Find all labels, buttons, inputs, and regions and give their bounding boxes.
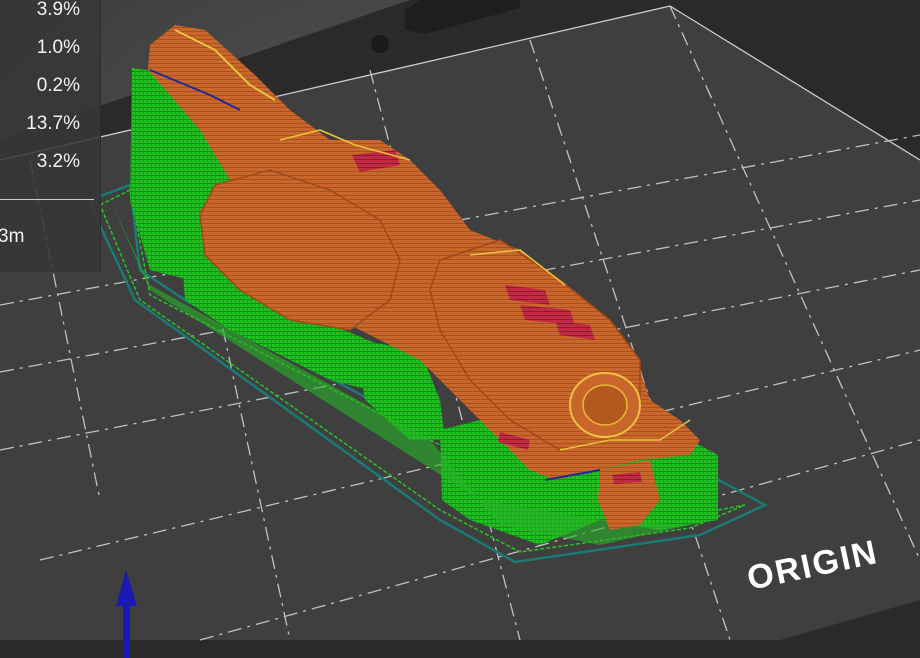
bed-mount-screw bbox=[371, 35, 389, 53]
3d-viewport[interactable]: ORIGIN 3.9% 1.0% 0.2% 13.7% 3.2% 3m bbox=[0, 0, 920, 658]
feature-percentage: 3.9% bbox=[36, 0, 80, 20]
stats-divider bbox=[0, 199, 94, 200]
print-bed-scene[interactable]: ORIGIN bbox=[0, 0, 920, 658]
feature-percentage: 0.2% bbox=[36, 75, 80, 96]
feature-percentage: 3.2% bbox=[36, 151, 80, 172]
feature-percentage: 1.0% bbox=[36, 37, 80, 58]
feature-percentage: 13.7% bbox=[26, 113, 80, 134]
feature-stats-panel: 3.9% 1.0% 0.2% 13.7% 3.2% 3m bbox=[0, 0, 101, 272]
summary-value: 3m bbox=[0, 226, 25, 247]
